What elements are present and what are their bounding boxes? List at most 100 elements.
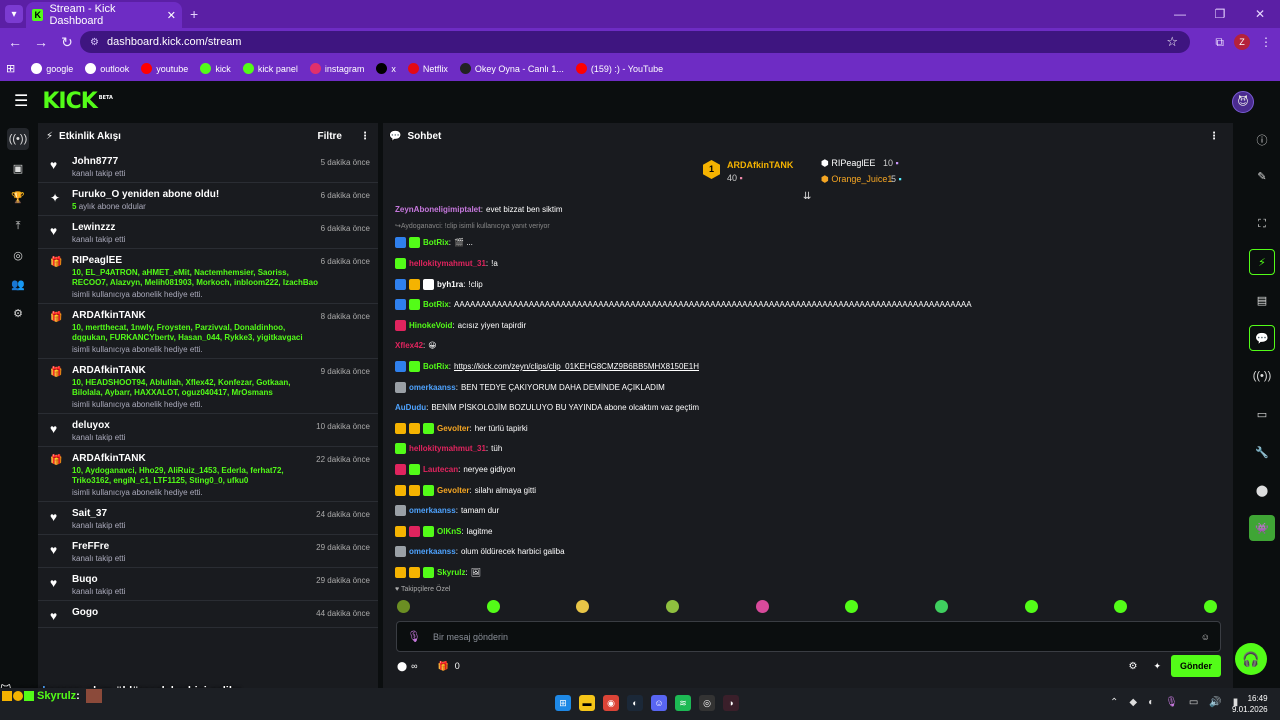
bookmark-item[interactable]: youtube <box>141 63 188 74</box>
emote-icon[interactable] <box>755 600 769 613</box>
bookmark-item[interactable]: (159) :) - YouTube <box>575 63 663 74</box>
camera-icon[interactable]: ◎ <box>7 244 29 266</box>
chat-message[interactable]: byh1ra: !clip <box>395 274 1225 295</box>
stream-broadcast-icon[interactable]: ((•)) <box>7 128 29 150</box>
activity-event[interactable]: 🎁 ARDAfkinTANK 10, Aydoganavci, Hho29, Ali… <box>38 447 378 502</box>
chat-menu-icon[interactable]: ⋮ <box>1209 131 1219 142</box>
send-button[interactable]: Gönder <box>1171 655 1221 677</box>
emote-icon[interactable] <box>576 600 590 613</box>
chat-username[interactable]: ZeynAboneligimiptalet <box>395 205 481 214</box>
chat-username[interactable]: omerkaanss <box>409 506 456 515</box>
chat-message[interactable]: Xflex42: 😀 <box>395 336 1225 357</box>
reload-icon[interactable]: ↻ <box>54 34 80 51</box>
bookmark-item[interactable]: x <box>376 63 396 74</box>
microphone-icon[interactable]: 🎙 <box>407 630 421 643</box>
leader-1-name[interactable]: ARDAfkinTANK <box>727 160 793 170</box>
tray-steam-icon[interactable]: ◐ <box>1148 697 1154 708</box>
event-username[interactable]: John8777 <box>72 156 321 167</box>
browser-menu-icon[interactable]: ⋮ <box>1260 35 1272 49</box>
tray-network-icon[interactable]: ▭ <box>1189 697 1198 708</box>
bookmark-item[interactable]: google <box>31 63 73 74</box>
chat-username[interactable]: AuDudu <box>395 403 426 412</box>
profile-avatar[interactable]: Z <box>1234 34 1250 50</box>
chat-message[interactable]: hellokitymahmut_31: !a <box>395 253 1225 274</box>
filter-button[interactable]: Filtre <box>318 131 342 142</box>
chat-message[interactable]: Skyrulz: 🖼 <box>395 562 1225 583</box>
info-icon[interactable]: ⓘ <box>1249 127 1275 153</box>
tray-drop-icon[interactable]: ◆ <box>1129 697 1137 708</box>
bookmark-item[interactable]: Netflix <box>407 63 448 74</box>
chat-username[interactable]: BotRix <box>423 238 449 247</box>
wrench-icon[interactable]: 🔧 <box>1249 439 1275 465</box>
activity-event[interactable]: ♥ FreFFre kanalı takip etti 29 dakika önce <box>38 535 378 568</box>
activity-event[interactable]: 🎁 ARDAfkinTANK 10, HEADSHOOT94, Ablullah, … <box>38 359 378 414</box>
emoji-picker-icon[interactable]: ☺ <box>1201 632 1210 642</box>
trophy-icon[interactable]: 🏆 <box>7 186 29 208</box>
kick-logo[interactable]: KICK BETA <box>42 89 113 114</box>
browser-tab[interactable]: K Stream - Kick Dashboard ✕ <box>26 2 182 28</box>
chat-username[interactable]: BotRix <box>423 300 449 309</box>
activity-event[interactable]: ♥ Sait_37 kanalı takip etti 24 dakika önce <box>38 502 378 535</box>
activity-event[interactable]: ♥ Buqo kanalı takip etti 29 dakika önce <box>38 568 378 601</box>
leader-3-name[interactable]: ⬢ Orange_Juice1 <box>821 174 892 185</box>
bookmark-item[interactable]: Okey Oyna - Canlı 1... <box>459 63 564 74</box>
chat-username[interactable]: hellokitymahmut_31 <box>409 259 486 268</box>
chat-message[interactable]: BotRix: https://kick.com/zeyn/clips/clip_… <box>395 356 1225 377</box>
chat-message[interactable]: BotRix: AAAAAAAAAAAAAAAAAAAAAAAAAAAAAAAAA… <box>395 294 1225 315</box>
event-username[interactable]: RIPeaglEE <box>72 255 321 266</box>
emote-icon[interactable] <box>1114 600 1128 613</box>
chat-username[interactable]: byh1ra <box>437 280 463 289</box>
channel-points-icon[interactable]: ⬤ <box>397 661 407 672</box>
bookmark-item[interactable]: kick <box>200 63 231 74</box>
activity-menu-icon[interactable]: ⋮ <box>360 131 370 142</box>
emote-icon[interactable] <box>1024 600 1038 613</box>
coins-icon[interactable]: ⬤ <box>1249 477 1275 503</box>
chat-username[interactable]: omerkaanss <box>409 383 456 392</box>
chat-message[interactable]: Gevolter: her türlü tapirki <box>395 418 1225 439</box>
chat-username[interactable]: Lautecan <box>423 465 458 474</box>
emote-icon[interactable] <box>397 600 410 613</box>
tray-volume-icon[interactable]: 🔊 <box>1209 697 1221 708</box>
screenshot-icon[interactable]: ⛶ <box>1249 211 1275 237</box>
bookmark-item[interactable]: kick panel <box>242 63 298 74</box>
activity-event[interactable]: 🎁 RIPeaglEE 10, EL_P4ATRON, aHMET_eMit, Na… <box>38 249 378 304</box>
chat-username[interactable]: Skyrulz <box>437 568 465 577</box>
tray-mic-icon[interactable]: 🎙 <box>1165 697 1178 708</box>
chat-message[interactable]: omerkaanss: BEN TEDYE ÇAKIYORUM DAHA DEMİ… <box>395 377 1225 398</box>
discord-icon[interactable]: ☺ <box>651 695 667 711</box>
event-username[interactable]: deluyox <box>72 420 316 431</box>
game-icon[interactable]: 👾 <box>1249 515 1275 541</box>
site-info-icon[interactable]: ⚙ <box>90 37 99 48</box>
activity-event[interactable]: 🎁 ARDAfkinTANK 10, mertthecat, 1nwly, Froy… <box>38 304 378 359</box>
emote-icon[interactable] <box>665 600 679 613</box>
leader-2-name[interactable]: ⬢ RIPeaglEE <box>821 158 875 169</box>
event-username[interactable]: ARDAfkinTANK <box>72 453 316 464</box>
settings-icon[interactable]: ⚙ <box>7 302 29 324</box>
new-tab-icon[interactable]: + <box>190 6 198 22</box>
back-icon[interactable]: ← <box>2 34 28 50</box>
taskbar-clock[interactable]: 16:49 9.01.2026 <box>1232 693 1268 715</box>
chat-username[interactable]: BotRix <box>423 362 449 371</box>
tray-arrow-icon[interactable]: ⌃ <box>1110 697 1118 708</box>
bookmark-item[interactable]: outlook <box>85 63 129 74</box>
tab-close-icon[interactable]: ✕ <box>167 9 176 22</box>
chat-message[interactable]: ZeynAboneligimiptalet: evet bizzat ben si… <box>395 199 1225 220</box>
chat-username[interactable]: omerkaanss <box>409 547 456 556</box>
event-username[interactable]: Gogo <box>72 607 316 618</box>
bookmark-star-icon[interactable]: ☆ <box>1166 34 1178 50</box>
chat-message[interactable]: HinokeVoid: acısız yiyen tapirdir <box>395 315 1225 336</box>
dashboard-icon[interactable]: ▣ <box>7 157 29 179</box>
support-headset-icon[interactable]: 🎧 <box>1235 643 1267 675</box>
emote-icon[interactable] <box>486 600 500 613</box>
chat-message[interactable]: omerkaanss: tamam dur <box>395 500 1225 521</box>
chat-link[interactable]: https://kick.com/zeyn/clips/clip_01KEHG8… <box>454 362 699 371</box>
windows-start-icon[interactable]: ⊞ <box>555 695 571 711</box>
chat-message[interactable]: omerkaanss: olum öldürecek harbici galiba <box>395 542 1225 563</box>
activity-event[interactable]: ♥ Lewinzzz kanalı takip etti 6 dakika önce <box>38 216 378 249</box>
steam-icon[interactable]: ◐ <box>627 695 643 711</box>
activity-event[interactable]: ♥ John8777 kanalı takip etti 5 dakika önce <box>38 150 378 183</box>
chat-username[interactable]: Xflex42 <box>395 341 423 350</box>
chat-settings-icon[interactable]: ⚙ <box>1128 661 1137 672</box>
address-bar[interactable]: ⚙ dashboard.kick.com/stream ☆ <box>80 31 1190 53</box>
chat-message[interactable]: OlKnS: lagitme <box>395 521 1225 542</box>
